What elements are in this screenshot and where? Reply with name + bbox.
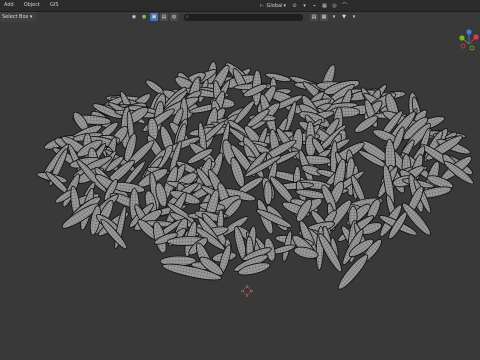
viewport-3d[interactable] xyxy=(0,0,480,360)
rice-grain-pile[interactable] xyxy=(36,60,475,293)
rice-grain[interactable] xyxy=(264,71,292,83)
3d-cursor xyxy=(241,285,253,297)
rice-grain[interactable] xyxy=(263,180,273,206)
